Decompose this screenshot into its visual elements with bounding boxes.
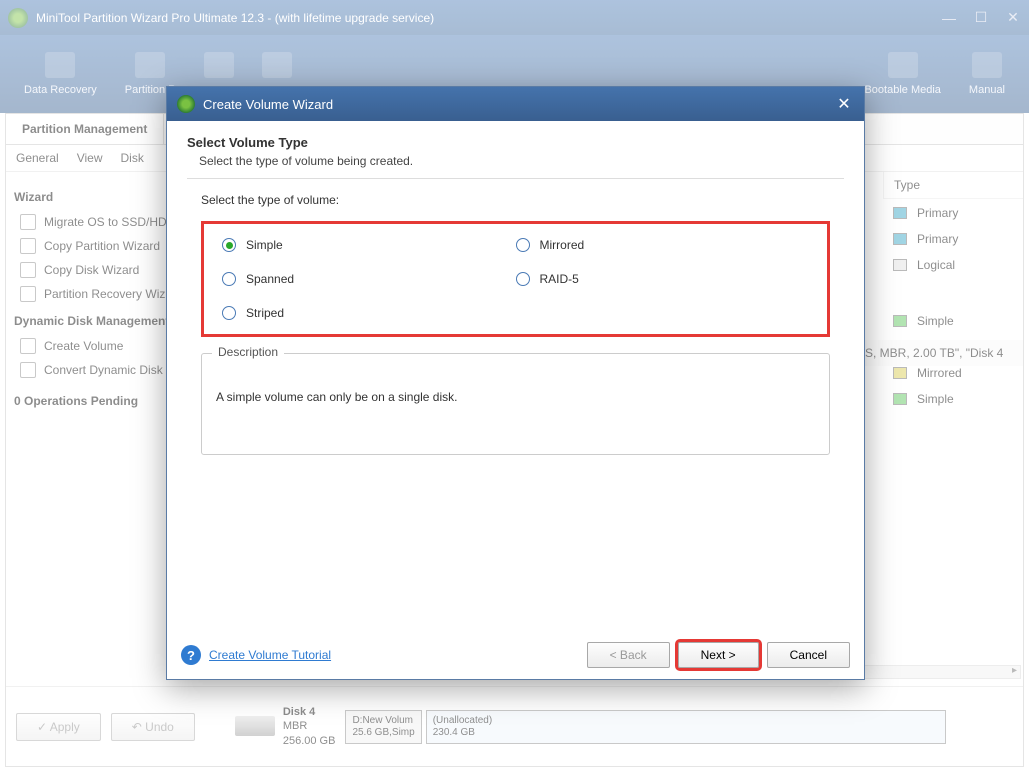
radio-raid5[interactable]: RAID-5: [516, 272, 810, 286]
create-volume-wizard-dialog: Create Volume Wizard ✕ Select Volume Typ…: [166, 86, 865, 680]
description-text: A simple volume can only be on a single …: [216, 390, 815, 404]
usb-icon: [888, 52, 918, 78]
list-row[interactable]: Logical: [883, 252, 1023, 278]
benchmark-icon: [262, 52, 292, 78]
dialog-subheading: Select the type of volume being created.: [187, 154, 844, 168]
convert-icon: [20, 362, 36, 378]
back-button[interactable]: < Back: [587, 642, 670, 668]
partition-block-unallocated[interactable]: (Unallocated)230.4 GB: [426, 710, 946, 744]
swatch-icon: [893, 207, 907, 219]
dialog-title: Create Volume Wizard: [203, 97, 834, 112]
menu-disk[interactable]: Disk: [121, 151, 144, 165]
cancel-button[interactable]: Cancel: [767, 642, 850, 668]
list-row[interactable]: Primary: [883, 226, 1023, 252]
radio-icon: [222, 238, 236, 252]
dialog-footer: ? Create Volume Tutorial < Back Next > C…: [167, 631, 864, 679]
column-header-type[interactable]: Type: [883, 172, 1023, 199]
swatch-icon: [893, 259, 907, 271]
dialog-prompt: Select the type of volume:: [201, 193, 844, 207]
divider: [187, 178, 844, 179]
toolbar-data-recovery[interactable]: Data Recovery: [10, 47, 111, 101]
disk-hardware-icon: [235, 716, 275, 736]
maximize-icon[interactable]: ☐: [973, 10, 989, 26]
dialog-close-icon[interactable]: ✕: [834, 94, 854, 114]
apply-button[interactable]: ✓ Apply: [16, 713, 101, 741]
description-legend: Description: [212, 345, 284, 359]
hdd-recovery-icon: [45, 52, 75, 78]
radio-spanned[interactable]: Spanned: [222, 272, 516, 286]
radio-mirrored[interactable]: Mirrored: [516, 238, 810, 252]
menu-view[interactable]: View: [77, 151, 103, 165]
swatch-icon: [893, 393, 907, 405]
radio-icon: [516, 272, 530, 286]
swatch-icon: [893, 233, 907, 245]
radio-icon: [222, 272, 236, 286]
list-row[interactable]: Simple: [883, 308, 1023, 334]
app-title: MiniTool Partition Wizard Pro Ultimate 1…: [36, 11, 941, 25]
swatch-icon: [893, 315, 907, 327]
tab-partition-management[interactable]: Partition Management: [6, 114, 164, 144]
create-volume-icon: [20, 338, 36, 354]
radio-simple[interactable]: Simple: [222, 238, 516, 252]
radio-icon: [516, 238, 530, 252]
swatch-icon: [893, 367, 907, 379]
menu-general[interactable]: General: [16, 151, 59, 165]
dialog-titlebar: Create Volume Wizard ✕: [167, 87, 864, 121]
list-row[interactable]: Primary: [883, 200, 1023, 226]
disk-row-label[interactable]: SAS, MBR, 2.00 TB", "Disk 4: [843, 340, 1023, 366]
type-list: Primary Primary Logical SAS, MBR, 2.00 T…: [883, 200, 1023, 412]
partition-block[interactable]: D:New Volum25.6 GB,Simp: [345, 710, 421, 744]
radio-striped[interactable]: Striped: [222, 306, 516, 320]
dialog-heading: Select Volume Type: [187, 135, 844, 150]
dialog-logo-icon: [177, 95, 195, 113]
tutorial-link[interactable]: Create Volume Tutorial: [209, 648, 331, 662]
close-icon[interactable]: ✕: [1005, 10, 1021, 26]
volume-type-radio-group: Simple Mirrored Spanned RAID-5 Striped: [201, 221, 830, 337]
next-button[interactable]: Next >: [678, 642, 759, 668]
minimize-icon[interactable]: —: [941, 10, 957, 26]
description-group: Description A simple volume can only be …: [201, 353, 830, 455]
undo-button[interactable]: ↶ Undo: [111, 713, 195, 741]
app-logo-icon: [8, 8, 28, 28]
disk-info[interactable]: Disk 4 MBR 256.00 GB: [235, 705, 336, 748]
list-row[interactable]: Simple: [883, 386, 1023, 412]
app-titlebar: MiniTool Partition Wizard Pro Ultimate 1…: [0, 0, 1029, 35]
bottom-bar: ✓ Apply ↶ Undo Disk 4 MBR 256.00 GB D:Ne…: [6, 686, 1023, 766]
radio-icon: [222, 306, 236, 320]
book-icon: [972, 52, 1002, 78]
partition-recovery-icon: [135, 52, 165, 78]
toolbar-manual[interactable]: Manual: [955, 47, 1019, 101]
toolbar-bootable-media[interactable]: Bootable Media: [850, 47, 954, 101]
help-icon[interactable]: ?: [181, 645, 201, 665]
disk-icon: [204, 52, 234, 78]
recovery-icon: [20, 286, 36, 302]
migrate-icon: [20, 214, 36, 230]
copy-partition-icon: [20, 238, 36, 254]
copy-disk-icon: [20, 262, 36, 278]
